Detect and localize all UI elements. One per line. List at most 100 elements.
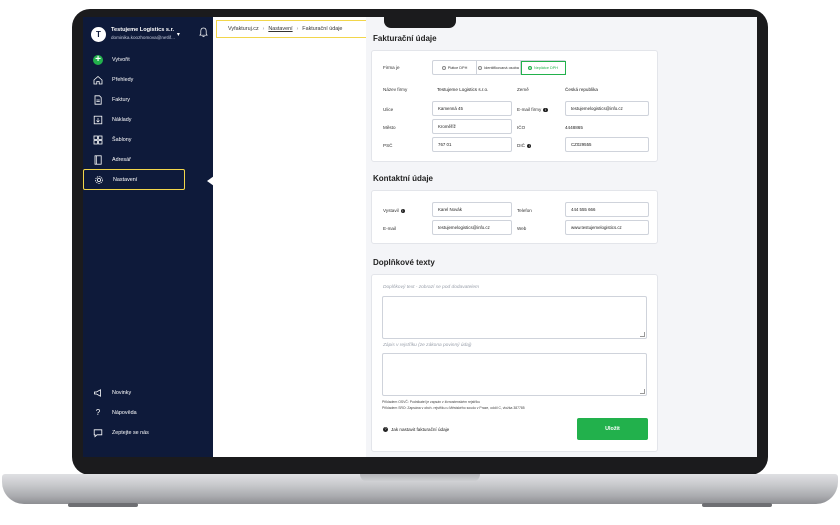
- plus-circle-icon: +: [93, 55, 103, 65]
- sidebar-item-create[interactable]: + Vytvořit: [93, 52, 197, 68]
- breadcrumb-settings[interactable]: Nastavení: [268, 26, 292, 32]
- expense-icon: [93, 115, 103, 125]
- active-indicator: [207, 176, 214, 186]
- dic-input[interactable]: CZ029555: [565, 137, 649, 152]
- sidebar-item-ask-us[interactable]: Zeptejte se nás: [93, 425, 197, 441]
- contact-email-input[interactable]: testujemelogistics@info.cz: [432, 220, 512, 235]
- laptop-lip: [360, 474, 480, 482]
- ico-label: IČO: [517, 125, 526, 130]
- contact-email-label: E-mail: [383, 226, 397, 231]
- web-input[interactable]: www.testujemelogistics.cz: [565, 220, 649, 235]
- extra-texts-card: Doplňkový text - zobrazí se pod dodavate…: [371, 274, 658, 452]
- sidebar-item-label: Nápověda: [112, 410, 137, 416]
- radio-label: Plátce DPH: [447, 65, 468, 70]
- sidebar-item-label: Novinky: [112, 390, 132, 396]
- street-input[interactable]: Kamenná 45: [432, 101, 512, 116]
- billing-card: Firma je Plátce DPH Identifikovaná osoba…: [371, 50, 658, 162]
- sidebar: T Testujeme Logistics s.r. dominika.kooz…: [83, 17, 213, 457]
- dic-label: DIČ i: [517, 143, 532, 149]
- zip-label: PSČ: [383, 143, 393, 148]
- avatar: T: [91, 26, 106, 42]
- account-switcher[interactable]: T Testujeme Logistics s.r. dominika.kooz…: [91, 23, 205, 45]
- laptop-foot: [68, 503, 138, 507]
- help-link-label: Jak nastavit fakturační údaje: [391, 427, 450, 432]
- sidebar-item-address-book[interactable]: Adresář: [93, 152, 197, 168]
- account-text: Testujeme Logistics s.r. dominika.koozho…: [111, 27, 175, 41]
- radio-dot: [478, 65, 483, 70]
- firm-type-radio-group: Plátce DPH Identifikovaná osoba Neplátce…: [432, 60, 566, 75]
- info-icon[interactable]: i: [543, 107, 548, 113]
- city-label: Město: [383, 125, 396, 130]
- radio-vat-payer[interactable]: Plátce DPH: [433, 61, 477, 74]
- document-icon: [94, 95, 102, 105]
- sidebar-item-label: Přehledy: [112, 77, 134, 83]
- sidebar-item-templates[interactable]: Šablony: [93, 132, 197, 148]
- country-value: Česká republika: [565, 87, 598, 92]
- info-icon[interactable]: i: [526, 143, 532, 149]
- camera-notch: [384, 15, 456, 28]
- phone-label: Telefon: [517, 208, 532, 213]
- sidebar-item-expenses[interactable]: Náklady: [93, 112, 197, 128]
- billing-title: Fakturační údaje: [373, 34, 437, 43]
- phone-input[interactable]: 444 555 666: [565, 202, 649, 217]
- sidebar-item-label: Adresář: [112, 157, 131, 163]
- breadcrumb-root[interactable]: Vyfakturuj.cz: [228, 26, 259, 32]
- chevron-right-icon: ›: [262, 26, 265, 32]
- chevron-right-icon: ›: [296, 26, 299, 32]
- sidebar-item-settings[interactable]: Nastavení: [83, 169, 185, 190]
- country-label: Země: [517, 87, 529, 92]
- grid-icon: [93, 135, 103, 145]
- laptop-base: [2, 474, 838, 507]
- radio-dot: [441, 65, 446, 70]
- chevron-down-icon: ▾: [176, 31, 180, 38]
- company-name-value: Testujeme Logistics s.r.o.: [437, 87, 489, 92]
- extra-text-textarea[interactable]: [382, 296, 647, 339]
- radio-identified-person[interactable]: Identifikovaná osoba: [477, 61, 521, 74]
- sidebar-item-news[interactable]: Novinky: [93, 385, 197, 401]
- extra-text-label: Doplňkový text - zobrazí se pod dodavate…: [383, 285, 479, 290]
- laptop-mockup: T Testujeme Logistics s.r. dominika.kooz…: [0, 0, 840, 525]
- bell-icon[interactable]: [199, 27, 208, 38]
- account-name: Testujeme Logistics s.r.: [111, 27, 175, 33]
- radio-label: Neplátce DPH: [533, 65, 559, 70]
- radio-non-vat-payer[interactable]: Neplátce DPH: [520, 60, 566, 75]
- help-link[interactable]: ? Jak nastavit fakturační údaje: [383, 427, 449, 432]
- gear-icon: [95, 175, 103, 184]
- registry-textarea[interactable]: [382, 353, 647, 396]
- zip-input[interactable]: 767 01: [432, 137, 512, 152]
- dic-label-text: DIČ: [517, 143, 525, 148]
- registry-label: Zápis v rejstříku (ze zákona povinný úda…: [383, 343, 472, 348]
- sidebar-item-label: Náklady: [112, 117, 132, 123]
- street-label: Ulice: [383, 107, 394, 112]
- ico-value: 4448865: [565, 125, 583, 130]
- contact-title: Kontaktní údaje: [373, 174, 434, 183]
- web-label: Web: [517, 226, 527, 231]
- sidebar-item-label: Faktury: [112, 97, 130, 103]
- city-input[interactable]: Kroměříž: [432, 119, 512, 134]
- sidebar-item-label: Šablony: [112, 137, 132, 143]
- company-email-input[interactable]: testujemelogistics@info.cz: [565, 101, 649, 116]
- note-osvc: Příkladem OSVČ: Podnikatel je zapsán v ž…: [382, 400, 480, 404]
- info-icon[interactable]: i: [400, 208, 406, 214]
- app-screen: T Testujeme Logistics s.r. dominika.kooz…: [83, 17, 757, 457]
- sidebar-item-invoices[interactable]: Faktury: [93, 92, 197, 108]
- radio-label: Identifikovaná osoba: [484, 65, 519, 70]
- sidebar-item-label: Zeptejte se nás: [112, 430, 149, 436]
- account-email: dominika.koozhomova@netlif...: [111, 35, 175, 40]
- breadcrumb-current: Fakturační údaje: [302, 26, 343, 32]
- sidebar-item-overview[interactable]: Přehledy: [93, 72, 197, 88]
- question-icon: ?: [95, 408, 101, 417]
- sidebar-item-help[interactable]: ? Nápověda: [93, 405, 197, 421]
- book-icon: [94, 155, 102, 165]
- extra-texts-title: Doplňkové texty: [373, 258, 435, 267]
- sidebar-item-label: Vytvořit: [112, 57, 130, 63]
- radio-dot: [527, 65, 532, 70]
- company-email-label-text: E-mail firmy: [517, 107, 542, 112]
- chat-icon: [93, 429, 103, 438]
- home-icon: [93, 75, 103, 85]
- save-button[interactable]: Uložit: [577, 418, 648, 440]
- question-icon: ?: [383, 427, 388, 432]
- firm-type-label: Firma je: [383, 65, 400, 70]
- issued-by-input[interactable]: Karel Novák: [432, 202, 512, 217]
- laptop-foot: [702, 503, 772, 507]
